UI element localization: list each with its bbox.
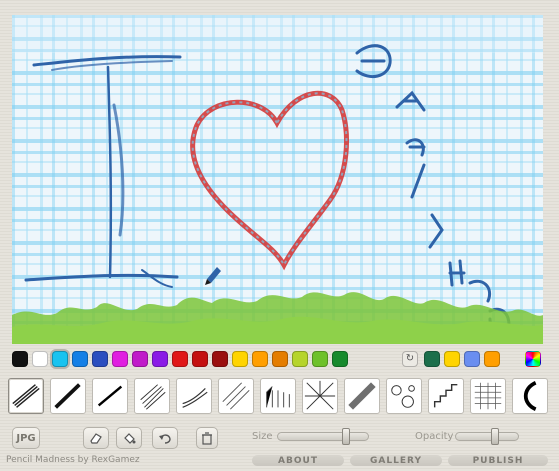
size-label: Size [252, 431, 273, 442]
brush-option[interactable] [50, 378, 86, 414]
trash-icon [202, 431, 212, 445]
fill-button[interactable] [116, 427, 142, 449]
color-swatch[interactable] [484, 351, 500, 367]
color-swatch[interactable] [424, 351, 440, 367]
save-jpg-button[interactable]: JPG [12, 427, 40, 449]
color-swatch[interactable] [464, 351, 480, 367]
color-swatch[interactable] [232, 351, 248, 367]
color-swatch[interactable] [172, 351, 188, 367]
color-swatch[interactable] [212, 351, 228, 367]
brush-option[interactable] [470, 378, 506, 414]
color-swatch[interactable] [92, 351, 108, 367]
brush-option[interactable] [134, 378, 170, 414]
brush-selector [6, 378, 552, 418]
brush-option[interactable] [176, 378, 212, 414]
brush-option[interactable] [218, 378, 254, 414]
brush-option[interactable] [302, 378, 338, 414]
opacity-slider-thumb[interactable] [490, 428, 499, 445]
size-slider-thumb[interactable] [341, 428, 350, 445]
clear-button[interactable] [196, 427, 218, 449]
brush-option[interactable] [8, 378, 44, 414]
canvas-artwork [12, 15, 543, 344]
opacity-slider[interactable] [455, 428, 519, 445]
color-swatch[interactable] [292, 351, 308, 367]
color-swatch[interactable] [152, 351, 168, 367]
paint-bucket-icon [124, 433, 136, 444]
cycle-arrows-icon[interactable]: ↻ [402, 351, 418, 367]
brush-option[interactable] [386, 378, 422, 414]
size-slider[interactable] [277, 428, 369, 445]
gallery-button[interactable]: GALLERY [350, 455, 442, 466]
color-swatch[interactable] [444, 351, 460, 367]
color-swatch[interactable] [72, 351, 88, 367]
brush-option[interactable] [428, 378, 464, 414]
opacity-label: Opacity [415, 431, 454, 442]
pencil-madness-app: ↻ JPG Size Opacity Pencil Madness by Rex… [0, 0, 559, 471]
color-swatch[interactable] [332, 351, 348, 367]
about-button[interactable]: ABOUT [252, 455, 344, 466]
color-swatch[interactable] [272, 351, 288, 367]
color-swatch[interactable] [252, 351, 268, 367]
color-swatch[interactable] [312, 351, 328, 367]
color-swatch[interactable] [12, 351, 28, 367]
color-swatch[interactable] [132, 351, 148, 367]
save-jpg-label: JPG [16, 432, 36, 444]
color-swatch[interactable] [32, 351, 48, 367]
eraser-button[interactable] [83, 427, 109, 449]
color-wheel-icon[interactable] [525, 351, 541, 367]
brush-option[interactable] [260, 378, 296, 414]
color-swatch[interactable] [52, 351, 68, 367]
color-swatch[interactable] [112, 351, 128, 367]
brush-option[interactable] [92, 378, 128, 414]
brush-option[interactable] [512, 378, 548, 414]
eraser-icon [90, 433, 102, 444]
color-palette: ↻ [12, 351, 543, 369]
brush-option[interactable] [344, 378, 380, 414]
drawing-canvas[interactable] [12, 15, 543, 344]
credit-text: Pencil Madness by RexGamez [6, 455, 140, 465]
publish-button[interactable]: PUBLISH [448, 455, 548, 466]
undo-button[interactable] [152, 427, 178, 449]
color-swatch[interactable] [192, 351, 208, 367]
undo-icon [159, 434, 171, 444]
